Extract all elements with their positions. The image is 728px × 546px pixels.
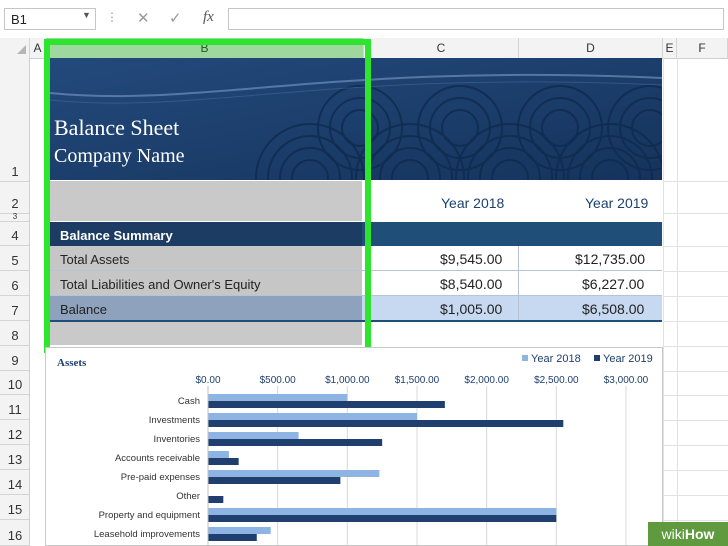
- x-tick-label: $2,000.00: [464, 375, 509, 386]
- row-header-8[interactable]: 8: [0, 321, 30, 346]
- row-header-column: 1 2 3 4 5 6 7 8 9 10 11 12 13 14 15 16: [0, 58, 30, 546]
- category-label: Cash: [178, 396, 200, 407]
- gridline: [663, 271, 728, 272]
- bar-2018: [208, 451, 229, 458]
- row-header-7[interactable]: 7: [0, 296, 30, 321]
- row-header-11[interactable]: 11: [0, 395, 30, 420]
- legend-label-2019: Year 2019: [603, 353, 653, 365]
- row-header-13[interactable]: 13: [0, 445, 30, 470]
- category-label: Leasehold improvements: [94, 529, 200, 540]
- gridline: [663, 296, 728, 297]
- category-label: Pre-paid expenses: [121, 472, 200, 483]
- category-label: Accounts receivable: [115, 453, 200, 464]
- bar-2019: [208, 439, 383, 446]
- chart-title: Assets: [57, 357, 87, 369]
- column-header-d[interactable]: D: [519, 38, 663, 58]
- x-tick-label: $1,500.00: [395, 375, 440, 386]
- bar-2019: [208, 458, 239, 465]
- total-liabilities-2018[interactable]: $8,540.00: [440, 276, 502, 292]
- bar-2018: [208, 432, 299, 439]
- row-header-4[interactable]: 4: [0, 222, 30, 246]
- x-tick-label: $1,000.00: [325, 375, 370, 386]
- row-header-2[interactable]: 2: [0, 182, 30, 214]
- gridline: [663, 246, 728, 247]
- column-header-c[interactable]: C: [364, 38, 519, 58]
- wikihow-watermark: wikiHow: [648, 522, 728, 546]
- row-header-1[interactable]: 1: [0, 58, 30, 182]
- formula-input[interactable]: [228, 8, 724, 30]
- row-header-15[interactable]: 15: [0, 495, 30, 520]
- x-tick-label: $500.00: [260, 375, 297, 386]
- x-tick-label: $0.00: [195, 375, 220, 386]
- category-label: Inventories: [154, 434, 201, 445]
- bar-2018: [208, 508, 557, 515]
- total-assets-2018[interactable]: $9,545.00: [440, 251, 502, 267]
- row-header-16[interactable]: 16: [0, 520, 30, 546]
- cancel-icon[interactable]: ✕: [137, 9, 150, 27]
- x-tick-label: $2,500.00: [534, 375, 579, 386]
- category-label: Other: [176, 491, 200, 502]
- total-assets-2019[interactable]: $12,735.00: [575, 251, 645, 267]
- legend-swatch-2018: [522, 355, 528, 361]
- insert-function-button[interactable]: fx: [203, 9, 214, 26]
- bar-2019: [208, 477, 341, 484]
- row-header-6[interactable]: 6: [0, 271, 30, 296]
- gridline: [663, 346, 728, 347]
- balance-2019[interactable]: $6,508.00: [582, 301, 644, 317]
- year-2018-header[interactable]: Year 2018: [441, 195, 504, 211]
- bar-2019: [208, 496, 224, 503]
- total-liabilities-2019[interactable]: $6,227.00: [582, 276, 644, 292]
- gridline: [663, 420, 728, 421]
- row-header-3[interactable]: 3: [0, 212, 30, 222]
- gridline: [663, 213, 728, 214]
- assets-chart[interactable]: Assets Year 2018 Year 2019 $0.00 $500.00 $…: [45, 347, 663, 546]
- legend-swatch-2019: [594, 355, 600, 361]
- wikihow-how: How: [684, 526, 715, 542]
- balance-2018[interactable]: $1,005.00: [440, 301, 502, 317]
- formula-bar-grip-icon: ⋮: [106, 10, 118, 24]
- column-header-e[interactable]: E: [663, 38, 677, 58]
- bar-2019: [208, 515, 557, 522]
- gridline: [663, 371, 728, 372]
- row-header-10[interactable]: 10: [0, 371, 30, 395]
- bar-2019: [208, 534, 257, 541]
- enter-icon[interactable]: ✓: [169, 9, 182, 27]
- chart-canvas: Assets Year 2018 Year 2019 $0.00 $500.00 $…: [57, 353, 653, 545]
- row-header-5[interactable]: 5: [0, 246, 30, 271]
- row-header-14[interactable]: 14: [0, 470, 30, 495]
- gridline: [663, 495, 728, 496]
- gridline: [663, 321, 728, 322]
- row-header-12[interactable]: 12: [0, 420, 30, 445]
- row-header-9[interactable]: 9: [0, 346, 30, 371]
- gridline: [677, 58, 678, 546]
- category-label: Investments: [149, 415, 200, 426]
- gridline: [663, 58, 664, 546]
- wikihow-wiki: wiki: [661, 526, 685, 542]
- year-2019-header[interactable]: Year 2019: [585, 195, 648, 211]
- bar-2018: [208, 394, 348, 401]
- bar-2018: [208, 527, 271, 534]
- gridline: [663, 395, 728, 396]
- select-all-button[interactable]: [0, 38, 30, 58]
- column-b-selection-outline: [44, 39, 371, 353]
- category-label: Property and equipment: [99, 510, 201, 521]
- gridline: [663, 470, 728, 471]
- col-divider: [518, 246, 519, 320]
- x-tick-label: $3,000.00: [604, 375, 649, 386]
- legend-label-2018: Year 2018: [531, 353, 581, 365]
- formula-bar: B1 ▼ ⋮ ✕ ✓ fx: [0, 0, 728, 39]
- bar-2018: [208, 470, 380, 477]
- column-header-f[interactable]: F: [677, 38, 728, 58]
- bar-2019: [208, 420, 564, 427]
- bar-2018: [208, 413, 417, 420]
- name-box-dropdown-icon[interactable]: ▼: [82, 10, 91, 20]
- gridline: [663, 181, 728, 182]
- select-all-icon: [17, 45, 26, 54]
- gridline: [663, 520, 728, 521]
- gridline: [663, 445, 728, 446]
- bar-2019: [208, 401, 445, 408]
